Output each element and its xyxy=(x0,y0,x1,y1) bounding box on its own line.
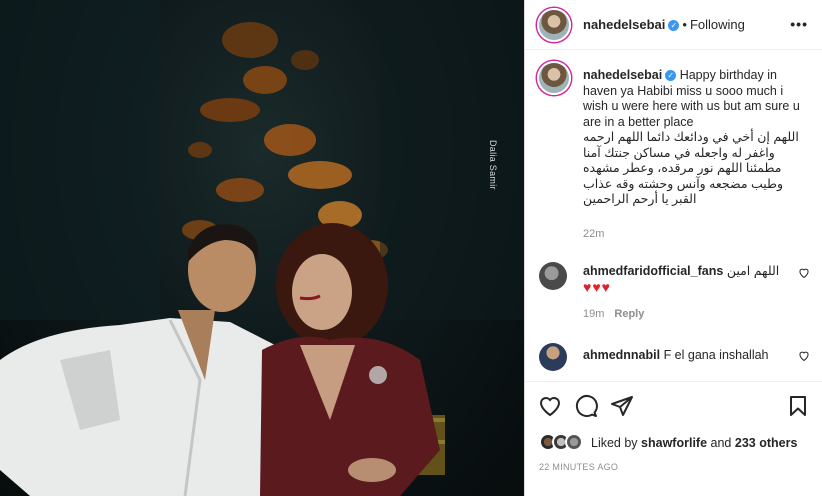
liked-others[interactable]: 233 others xyxy=(735,436,798,450)
comment-icon[interactable] xyxy=(574,394,598,418)
separator: • xyxy=(682,17,687,32)
like-comment-heart-icon[interactable] xyxy=(798,350,810,365)
verified-badge-icon: ✓ xyxy=(668,20,680,31)
comment-body: ahmednnabil F el gana inshallah xyxy=(583,347,783,363)
post-timestamp[interactable]: 22 MINUTES AGO xyxy=(539,462,618,472)
following-button[interactable]: Following xyxy=(690,17,745,32)
comments-section[interactable]: nahedelsebai ✓ Happy birthday in haven ya… xyxy=(525,51,822,381)
liked-connector: and xyxy=(710,436,732,450)
comment-item: ahmedfaridofficial_fans اللهم امين ♥♥♥ 1… xyxy=(525,259,822,329)
comment-body: ahmedfaridofficial_fans اللهم امين ♥♥♥ xyxy=(583,263,783,295)
photo-watermark: Dalia Samir xyxy=(488,140,498,190)
share-icon[interactable] xyxy=(610,394,634,418)
liked-user[interactable]: shawforlife xyxy=(641,436,707,450)
comment-avatar[interactable] xyxy=(539,262,567,290)
comment-time: 19m xyxy=(583,308,605,320)
post-header: nahedelsebai ✓ • Following ••• xyxy=(525,0,822,50)
verified-badge-icon: ✓ xyxy=(665,70,677,81)
post-actions: Liked by shawforlife and 233 others 22 M… xyxy=(525,381,822,496)
caption-avatar[interactable] xyxy=(537,61,571,95)
caption-text: nahedelsebai ✓ Happy birthday in haven ya… xyxy=(583,68,809,208)
comment-username[interactable]: ahmedfaridofficial_fans xyxy=(583,264,723,278)
photo-illustration xyxy=(0,0,525,496)
post-side-panel: nahedelsebai ✓ • Following ••• nahedelsebai… xyxy=(525,0,822,496)
comment-text: F el gana inshallah xyxy=(663,348,769,362)
author-line: nahedelsebai ✓ • Following xyxy=(583,17,745,32)
liked-prefix: Liked by xyxy=(591,436,638,450)
caption-username[interactable]: nahedelsebai xyxy=(583,68,662,82)
comment-text: اللهم امين xyxy=(726,264,780,278)
author-username[interactable]: nahedelsebai xyxy=(583,17,665,32)
liked-by-text[interactable]: Liked by shawforlife and 233 others xyxy=(591,436,797,450)
comment-meta: 19m Reply xyxy=(583,308,644,320)
more-options-icon[interactable]: ••• xyxy=(790,16,808,32)
comment-username[interactable]: ahmednnabil xyxy=(583,348,660,362)
like-comment-heart-icon[interactable] xyxy=(798,267,810,282)
comment-avatar[interactable] xyxy=(539,343,567,371)
caption-time: 22m xyxy=(583,228,605,240)
caption-arabic: اللهم إن أخي في ودائعك دائما اللهم ارحمه… xyxy=(583,130,799,206)
bookmark-icon[interactable] xyxy=(786,394,810,418)
heart-icon[interactable] xyxy=(538,394,562,418)
likes-summary: Liked by shawforlife and 233 others xyxy=(539,433,819,453)
post-photo[interactable]: Dalia Samir xyxy=(0,0,525,496)
reply-button[interactable]: Reply xyxy=(614,308,644,320)
liker-avatar[interactable] xyxy=(565,433,583,451)
comment-item: ahmednnabil F el gana inshallah xyxy=(525,341,822,381)
instagram-post-modal: Dalia Samir nahedelsebai ✓ • Following ••• … xyxy=(0,0,822,496)
author-avatar[interactable] xyxy=(537,8,571,42)
hearts-emoji: ♥♥♥ xyxy=(583,279,611,295)
